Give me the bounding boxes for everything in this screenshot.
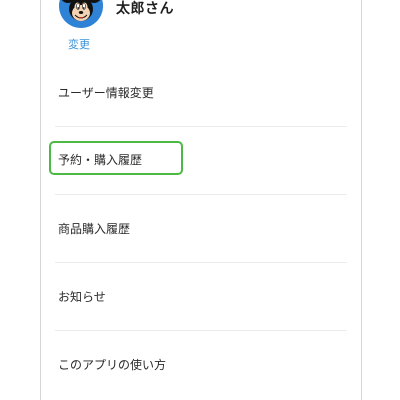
menu-item-label: ユーザー情報変更 [58,86,154,100]
divider [55,330,347,331]
account-menu-screen: 太郎さん 変更 ユーザー情報変更 予約・購入履歴 商品購入履歴 お知らせ このア… [0,0,400,400]
menu-item-product-purchase-history[interactable]: 商品購入履歴 [55,218,347,240]
menu-item-reservation-history[interactable]: 予約・購入履歴 [49,141,347,175]
menu-panel: 太郎さん 変更 ユーザー情報変更 予約・購入履歴 商品購入履歴 お知らせ このア… [40,0,362,400]
divider [55,262,347,263]
highlight-box [49,141,183,175]
avatar [59,0,103,28]
menu-item-label: 商品購入履歴 [58,222,131,236]
menu-item-notifications[interactable]: お知らせ [55,286,347,308]
user-name: 太郎さん [116,1,174,17]
menu-item-label: このアプリの使い方 [58,358,167,372]
change-avatar-link[interactable]: 変更 [68,36,90,52]
divider [55,126,347,127]
menu-item-how-to-use[interactable]: このアプリの使い方 [55,354,347,376]
mouse-character-icon [59,0,103,28]
divider [55,194,347,195]
menu-item-user-info[interactable]: ユーザー情報変更 [55,82,347,104]
menu-item-label: お知らせ [58,290,106,304]
